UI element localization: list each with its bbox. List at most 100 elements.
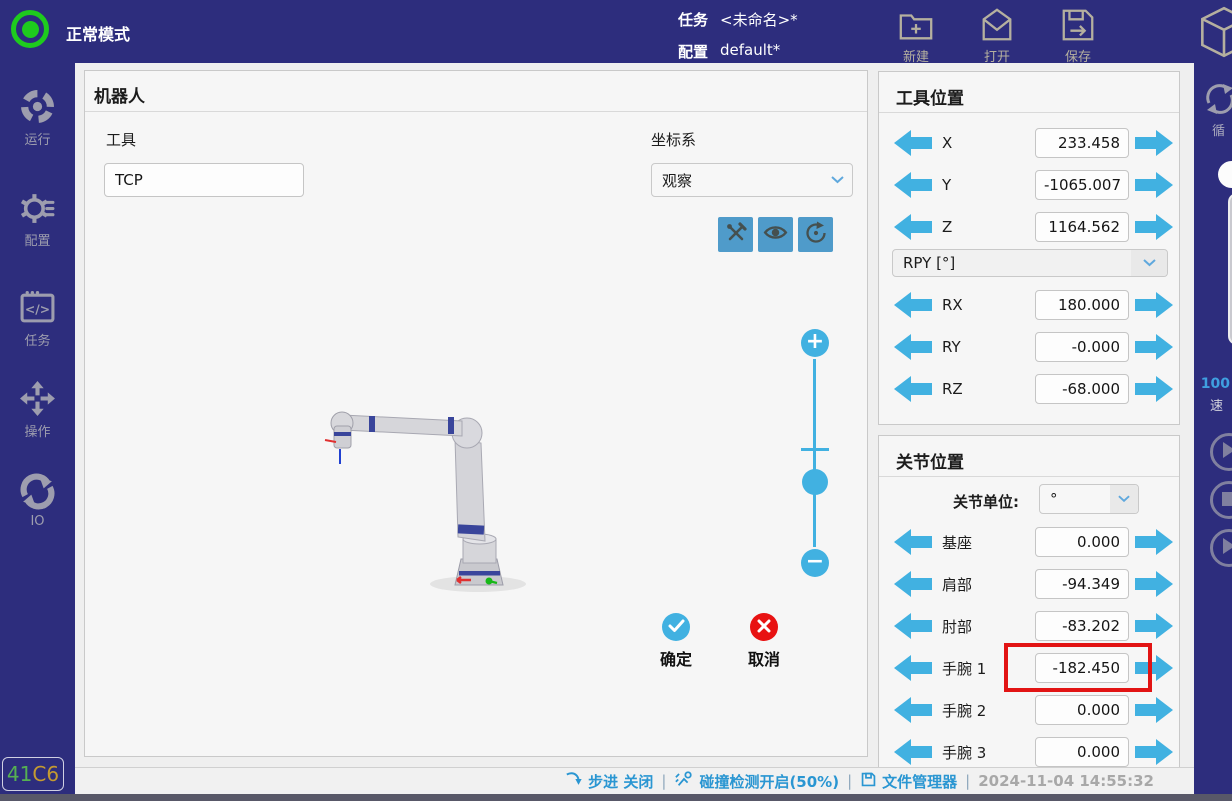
separator: |	[847, 772, 852, 790]
collision-status[interactable]: 碰撞检测开启(50%)	[674, 770, 839, 792]
jog-minus-button[interactable]	[894, 570, 932, 598]
save-task-button[interactable]: 保存	[1048, 6, 1108, 65]
speed-slider-track[interactable]	[1228, 193, 1232, 345]
jog-plus-button[interactable]	[1135, 129, 1173, 157]
mode-indicator-icon	[11, 10, 49, 48]
speed-slider-handle[interactable]	[1218, 161, 1232, 188]
play-button[interactable]	[1210, 433, 1232, 471]
play-icon	[1222, 538, 1232, 558]
axis-value-input[interactable]	[1035, 128, 1129, 158]
axis-value-input[interactable]	[1035, 290, 1129, 320]
sidebar-item-operate[interactable]: 操作	[0, 380, 75, 440]
jog-minus-button[interactable]	[894, 375, 932, 403]
zoom-slider-handle[interactable]	[802, 469, 828, 495]
jog-minus-button[interactable]	[894, 612, 932, 640]
axis-label: Z	[942, 218, 1035, 236]
jog-plus-button[interactable]	[1135, 375, 1173, 403]
joint-value-input[interactable]	[1035, 569, 1129, 599]
robot-panel: 机器人 工具 坐标系 观察	[84, 70, 868, 757]
top-bar: 正常模式 任务 <未命名>* 配置 default* 新建 打开 保存	[0, 0, 1232, 63]
confirm-label: 确定	[644, 646, 708, 670]
cancel-label: 取消	[732, 646, 796, 670]
open-task-button[interactable]: 打开	[967, 6, 1027, 65]
zoom-slider-track[interactable]	[813, 359, 816, 547]
sidebar-item-label: IO	[0, 514, 75, 529]
divider	[879, 476, 1179, 477]
jog-plus-button[interactable]	[1135, 171, 1173, 199]
rotate-view-button[interactable]	[798, 217, 833, 252]
jog-minus-button[interactable]	[894, 528, 932, 556]
jog-minus-button[interactable]	[894, 171, 932, 199]
axis-value-input[interactable]	[1035, 332, 1129, 362]
joint-row-shoulder: 肩部	[879, 563, 1181, 605]
sidebar-item-label: 任务	[0, 330, 75, 349]
axis-row-rz: RZ	[879, 368, 1181, 410]
tool-input[interactable]	[104, 163, 304, 197]
step-play-button[interactable]	[1210, 529, 1232, 567]
axis-value-input[interactable]	[1035, 170, 1129, 200]
joint-label: 手腕 2	[942, 700, 1035, 721]
cancel-button[interactable]	[750, 613, 778, 641]
file-manager-label: 文件管理器	[882, 771, 957, 792]
axis-row-x: X	[879, 122, 1181, 164]
jog-plus-button[interactable]	[1135, 528, 1173, 556]
jog-minus-button[interactable]	[894, 738, 932, 766]
jog-minus-button[interactable]	[894, 333, 932, 361]
zoom-out-button[interactable]: −	[801, 549, 829, 577]
jog-minus-button[interactable]	[894, 213, 932, 241]
step-mode-status[interactable]: 步进 关闭	[565, 770, 653, 792]
coord-system-select[interactable]: 观察	[651, 163, 853, 197]
tool-position-title: 工具位置	[896, 84, 964, 109]
io-arrows-icon	[0, 473, 75, 510]
jog-plus-button[interactable]	[1135, 696, 1173, 724]
jog-plus-button[interactable]	[1135, 738, 1173, 766]
run-icon	[0, 88, 75, 125]
jog-plus-button[interactable]	[1135, 612, 1173, 640]
joint-value-input[interactable]	[1035, 653, 1129, 683]
loop-label: 循	[1212, 120, 1225, 139]
cube-icon[interactable]	[1200, 6, 1232, 62]
sidebar-item-io[interactable]: IO	[0, 473, 75, 529]
view-button[interactable]	[758, 217, 793, 252]
zoom-slider-tick	[801, 448, 829, 451]
jog-plus-button[interactable]	[1135, 213, 1173, 241]
sidebar-item-run[interactable]: 运行	[0, 88, 75, 148]
tools-settings-button[interactable]	[718, 217, 753, 252]
rotate-icon	[804, 221, 828, 249]
sidebar-item-task[interactable]: </> 任务	[0, 289, 75, 349]
axis-value-input[interactable]	[1035, 374, 1129, 404]
step-mode-label: 步进 关闭	[588, 771, 653, 792]
axis-row-rx: RX	[879, 284, 1181, 326]
axis-value-input[interactable]	[1035, 212, 1129, 242]
joint-value-input[interactable]	[1035, 611, 1129, 641]
move-arrows-icon	[0, 380, 75, 417]
loop-icon[interactable]	[1202, 81, 1232, 121]
axis-label: RY	[942, 338, 1035, 356]
joint-unit-select[interactable]: °	[1039, 484, 1139, 514]
jog-plus-button[interactable]	[1135, 333, 1173, 361]
jog-plus-button[interactable]	[1135, 291, 1173, 319]
status-badge: 41C6	[2, 757, 64, 791]
joint-value-input[interactable]	[1035, 737, 1129, 767]
jog-minus-button[interactable]	[894, 291, 932, 319]
zoom-in-button[interactable]: +	[801, 329, 829, 357]
jog-minus-button[interactable]	[894, 654, 932, 682]
joint-row-wrist1: 手腕 1	[879, 647, 1181, 689]
confirm-button[interactable]	[662, 613, 690, 641]
new-task-button[interactable]: 新建	[886, 6, 946, 65]
joint-value-input[interactable]	[1035, 527, 1129, 557]
jog-plus-button[interactable]	[1135, 570, 1173, 598]
chevron-down-icon	[1131, 250, 1167, 276]
rotation-format-select[interactable]: RPY [°]	[892, 249, 1168, 277]
jog-plus-button[interactable]	[1135, 654, 1173, 682]
jog-minus-button[interactable]	[894, 696, 932, 724]
speed-value: 100	[1198, 376, 1230, 392]
jog-minus-button[interactable]	[894, 129, 932, 157]
floppy-icon	[860, 771, 877, 792]
sidebar-item-config[interactable]: 配置	[0, 189, 75, 249]
joint-value-input[interactable]	[1035, 695, 1129, 725]
robot-3d-view[interactable]	[311, 401, 531, 601]
file-manager-button[interactable]: 文件管理器	[860, 771, 957, 792]
minus-icon: −	[806, 549, 824, 574]
stop-button[interactable]	[1210, 481, 1232, 519]
